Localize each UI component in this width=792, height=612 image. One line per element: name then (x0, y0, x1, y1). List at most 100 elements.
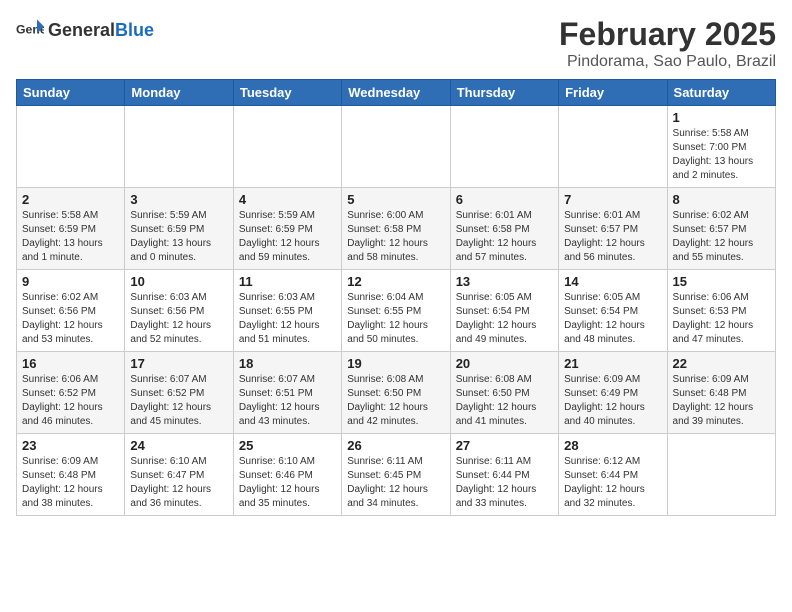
logo: Gene GeneralBlue (16, 16, 154, 44)
table-row: 5 Sunrise: 6:00 AM Sunset: 6:58 PM Daylig… (342, 188, 450, 270)
table-row: 16Sunrise: 6:06 AM Sunset: 6:52 PM Dayli… (17, 352, 125, 434)
day-number: 19 (347, 356, 444, 371)
day-info: Sunrise: 6:05 AM Sunset: 6:54 PM Dayligh… (456, 291, 553, 347)
table-row: 4 Sunrise: 5:59 AM Sunset: 6:59 PM Daylig… (233, 188, 341, 270)
day-info: Sunrise: 6:04 AM Sunset: 6:55 PM Dayligh… (347, 291, 444, 347)
table-row: 24 Sunrise: 6:10 AM Sunset: 6:47 PM Dayli… (125, 434, 233, 516)
day-number: 6 (456, 192, 553, 207)
day-info: Sunrise: 6:00 AM Sunset: 6:58 PM Dayligh… (347, 209, 444, 265)
table-row: 8 Sunrise: 6:02 AM Sunset: 6:57 PM Daylig… (667, 188, 775, 270)
day-info: Sunrise: 6:03 AM Sunset: 6:56 PM Dayligh… (130, 291, 227, 347)
day-number: 10 (130, 274, 227, 289)
day-number: 15 (673, 274, 770, 289)
day-number: 2 (22, 192, 119, 207)
day-info: Sunrise: 6:09 AM Sunset: 6:48 PM Dayligh… (673, 373, 770, 429)
day-info: Sunrise: 5:58 AM Sunset: 7:00 PM Dayligh… (673, 127, 770, 183)
table-row: 25 Sunrise: 6:10 AM Sunset: 6:46 PM Dayli… (233, 434, 341, 516)
table-row: 21 Sunrise: 6:09 AM Sunset: 6:49 PM Dayli… (559, 352, 667, 434)
day-number: 18 (239, 356, 336, 371)
table-row: 6 Sunrise: 6:01 AM Sunset: 6:58 PM Daylig… (450, 188, 558, 270)
location-title: Pindorama, Sao Paulo, Brazil (559, 53, 776, 71)
page-header: Gene GeneralBlue February 2025 Pindorama… (16, 16, 776, 71)
day-info: Sunrise: 6:08 AM Sunset: 6:50 PM Dayligh… (456, 373, 553, 429)
table-row: 28 Sunrise: 6:12 AM Sunset: 6:44 PM Dayli… (559, 434, 667, 516)
calendar-week-row: 2 Sunrise: 5:58 AM Sunset: 6:59 PM Daylig… (17, 188, 776, 270)
table-row: 18 Sunrise: 6:07 AM Sunset: 6:51 PM Dayli… (233, 352, 341, 434)
table-row: 15 Sunrise: 6:06 AM Sunset: 6:53 PM Dayli… (667, 270, 775, 352)
logo-icon: Gene (16, 16, 44, 44)
col-thursday: Thursday (450, 80, 558, 106)
title-block: February 2025 Pindorama, Sao Paulo, Braz… (559, 16, 776, 71)
day-number: 26 (347, 438, 444, 453)
day-number: 27 (456, 438, 553, 453)
day-info: Sunrise: 6:11 AM Sunset: 6:44 PM Dayligh… (456, 455, 553, 511)
day-info: Sunrise: 6:03 AM Sunset: 6:55 PM Dayligh… (239, 291, 336, 347)
table-row: 11 Sunrise: 6:03 AM Sunset: 6:55 PM Dayli… (233, 270, 341, 352)
day-number: 16 (22, 356, 119, 371)
table-row (17, 106, 125, 188)
col-sunday: Sunday (17, 80, 125, 106)
day-info: Sunrise: 6:12 AM Sunset: 6:44 PM Dayligh… (564, 455, 661, 511)
day-info: Sunrise: 5:58 AM Sunset: 6:59 PM Dayligh… (22, 209, 119, 265)
day-info: Sunrise: 6:02 AM Sunset: 6:57 PM Dayligh… (673, 209, 770, 265)
col-tuesday: Tuesday (233, 80, 341, 106)
day-info: Sunrise: 6:01 AM Sunset: 6:58 PM Dayligh… (456, 209, 553, 265)
calendar-header-row: Sunday Monday Tuesday Wednesday Thursday… (17, 80, 776, 106)
table-row (342, 106, 450, 188)
day-number: 8 (673, 192, 770, 207)
col-monday: Monday (125, 80, 233, 106)
day-info: Sunrise: 6:11 AM Sunset: 6:45 PM Dayligh… (347, 455, 444, 511)
day-number: 13 (456, 274, 553, 289)
table-row: 22 Sunrise: 6:09 AM Sunset: 6:48 PM Dayli… (667, 352, 775, 434)
table-row (125, 106, 233, 188)
day-number: 4 (239, 192, 336, 207)
table-row: 1Sunrise: 5:58 AM Sunset: 7:00 PM Daylig… (667, 106, 775, 188)
logo-general: General (48, 20, 115, 40)
day-info: Sunrise: 6:07 AM Sunset: 6:52 PM Dayligh… (130, 373, 227, 429)
day-number: 21 (564, 356, 661, 371)
calendar-week-row: 16Sunrise: 6:06 AM Sunset: 6:52 PM Dayli… (17, 352, 776, 434)
table-row: 7Sunrise: 6:01 AM Sunset: 6:57 PM Daylig… (559, 188, 667, 270)
day-number: 11 (239, 274, 336, 289)
day-info: Sunrise: 5:59 AM Sunset: 6:59 PM Dayligh… (239, 209, 336, 265)
day-number: 17 (130, 356, 227, 371)
table-row (667, 434, 775, 516)
table-row (559, 106, 667, 188)
day-number: 22 (673, 356, 770, 371)
day-info: Sunrise: 6:07 AM Sunset: 6:51 PM Dayligh… (239, 373, 336, 429)
logo-blue: Blue (115, 20, 154, 40)
day-info: Sunrise: 6:10 AM Sunset: 6:47 PM Dayligh… (130, 455, 227, 511)
day-number: 25 (239, 438, 336, 453)
day-number: 28 (564, 438, 661, 453)
day-number: 5 (347, 192, 444, 207)
table-row: 19 Sunrise: 6:08 AM Sunset: 6:50 PM Dayli… (342, 352, 450, 434)
day-info: Sunrise: 6:08 AM Sunset: 6:50 PM Dayligh… (347, 373, 444, 429)
table-row: 3 Sunrise: 5:59 AM Sunset: 6:59 PM Daylig… (125, 188, 233, 270)
month-title: February 2025 (559, 16, 776, 53)
calendar-week-row: 23 Sunrise: 6:09 AM Sunset: 6:48 PM Dayli… (17, 434, 776, 516)
day-number: 7 (564, 192, 661, 207)
day-number: 20 (456, 356, 553, 371)
day-info: Sunrise: 6:09 AM Sunset: 6:48 PM Dayligh… (22, 455, 119, 511)
day-info: Sunrise: 6:06 AM Sunset: 6:53 PM Dayligh… (673, 291, 770, 347)
day-info: Sunrise: 6:09 AM Sunset: 6:49 PM Dayligh… (564, 373, 661, 429)
day-info: Sunrise: 5:59 AM Sunset: 6:59 PM Dayligh… (130, 209, 227, 265)
table-row: 23 Sunrise: 6:09 AM Sunset: 6:48 PM Dayli… (17, 434, 125, 516)
table-row (233, 106, 341, 188)
day-info: Sunrise: 6:10 AM Sunset: 6:46 PM Dayligh… (239, 455, 336, 511)
day-info: Sunrise: 6:02 AM Sunset: 6:56 PM Dayligh… (22, 291, 119, 347)
table-row: 26 Sunrise: 6:11 AM Sunset: 6:45 PM Dayli… (342, 434, 450, 516)
table-row: 10 Sunrise: 6:03 AM Sunset: 6:56 PM Dayli… (125, 270, 233, 352)
calendar-table: Sunday Monday Tuesday Wednesday Thursday… (16, 79, 776, 516)
table-row: 20 Sunrise: 6:08 AM Sunset: 6:50 PM Dayli… (450, 352, 558, 434)
table-row (450, 106, 558, 188)
table-row: 14Sunrise: 6:05 AM Sunset: 6:54 PM Dayli… (559, 270, 667, 352)
day-number: 24 (130, 438, 227, 453)
table-row: 27 Sunrise: 6:11 AM Sunset: 6:44 PM Dayli… (450, 434, 558, 516)
day-number: 12 (347, 274, 444, 289)
day-number: 23 (22, 438, 119, 453)
table-row: 12 Sunrise: 6:04 AM Sunset: 6:55 PM Dayli… (342, 270, 450, 352)
day-info: Sunrise: 6:05 AM Sunset: 6:54 PM Dayligh… (564, 291, 661, 347)
calendar-week-row: 1Sunrise: 5:58 AM Sunset: 7:00 PM Daylig… (17, 106, 776, 188)
day-number: 3 (130, 192, 227, 207)
